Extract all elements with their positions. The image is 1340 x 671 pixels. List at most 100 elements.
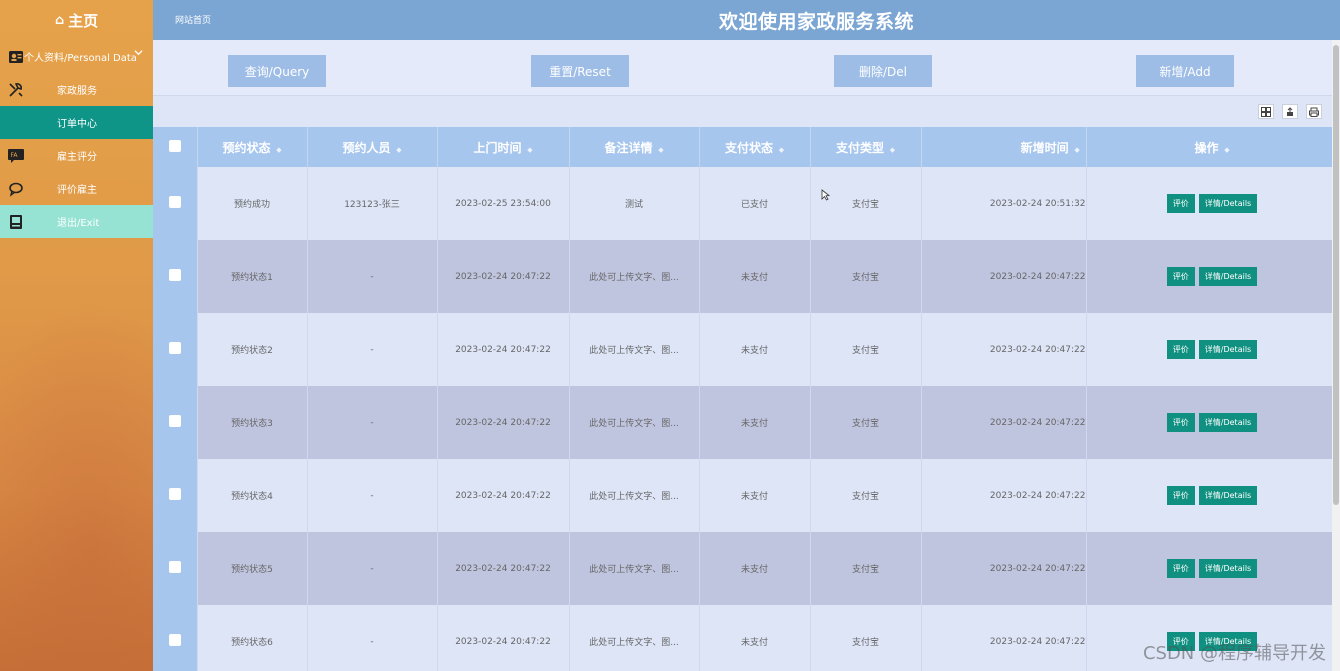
add-button[interactable]: 新增/Add	[1136, 55, 1234, 87]
table-row[interactable]: 预约状态2-2023-02-24 20:47:22 此处可上传文字、图... 未支付…	[153, 313, 1338, 386]
scrollbar[interactable]	[1332, 40, 1340, 671]
cell-status: 预约状态2	[197, 313, 308, 386]
rate-button[interactable]: 评价	[1166, 486, 1195, 505]
cell-actions: 评价 详情/Details	[1086, 459, 1338, 532]
cell-note: 此处可上传文字、图...	[569, 386, 700, 459]
row-checkbox[interactable]	[168, 634, 181, 646]
exit-icon	[7, 213, 25, 231]
row-select-cell[interactable]	[153, 532, 198, 605]
cell-actions: 评价 详情/Details	[1086, 167, 1338, 240]
cell-created-time: 2023-02-24 20:47:22	[921, 240, 1087, 313]
rate-button[interactable]: 评价	[1166, 267, 1195, 286]
cell-actions: 评价 详情/Details	[1086, 313, 1338, 386]
home-icon: ⌂	[54, 12, 65, 28]
sidebar-item-personal-label: 个人资料/Personal Data	[24, 53, 137, 64]
cell-pay-type: 支付宝	[810, 313, 922, 386]
sidebar-brand[interactable]: ⌂ 主页	[0, 0, 153, 40]
details-button[interactable]: 详情/Details	[1198, 340, 1258, 359]
sidebar-menu: 个人资料/Personal Data 家政服务 订单中心 FA 雇主评分 评价雇…	[0, 40, 153, 238]
scrollbar-thumb[interactable]	[1333, 45, 1339, 505]
row-select-cell[interactable]	[153, 459, 198, 532]
cell-status: 预约状态3	[197, 386, 308, 459]
row-select-cell[interactable]	[153, 386, 198, 459]
cell-note: 此处可上传文字、图...	[569, 532, 700, 605]
delete-button[interactable]: 删除/Del	[834, 55, 932, 87]
rate-button[interactable]: 评价	[1166, 559, 1195, 578]
sidebar-item-label: 雇主评分	[57, 152, 97, 163]
column-header[interactable]: 支付类型 ⬥	[810, 127, 922, 167]
query-button[interactable]: 查询/Query	[228, 55, 326, 87]
select-all-cell[interactable]	[153, 127, 198, 167]
column-header[interactable]: 支付状态 ⬥	[699, 127, 811, 167]
details-button[interactable]: 详情/Details	[1198, 559, 1258, 578]
cell-visit-time: 2023-02-24 20:47:22	[437, 605, 570, 671]
sidebar-item-exit[interactable]: 退出/Exit	[0, 205, 153, 238]
cell-visit-time: 2023-02-24 20:47:22	[437, 313, 570, 386]
column-header[interactable]: 备注详情 ⬥	[569, 127, 700, 167]
table-body: 预约成功 123123-张三 2023-02-25 23:54:00 测试 已支付 支付宝…	[153, 167, 1338, 671]
row-select-cell[interactable]	[153, 605, 198, 671]
column-header[interactable]: 上门时间 ⬥	[437, 127, 570, 167]
print-icon[interactable]	[1306, 104, 1322, 119]
details-button[interactable]: 详情/Details	[1198, 486, 1258, 505]
row-checkbox[interactable]	[168, 488, 181, 500]
home-label: 主页	[68, 11, 99, 30]
cell-status: 预约成功	[197, 167, 308, 240]
chevron-down-icon	[134, 48, 143, 60]
sort-icon: ⬥	[658, 145, 664, 154]
cell-created-time: 2023-02-24 20:47:22	[921, 386, 1087, 459]
table-row[interactable]: 预约状态1-2023-02-24 20:47:22 此处可上传文字、图... 未支付…	[153, 240, 1338, 313]
row-checkbox[interactable]	[168, 415, 181, 427]
rate-button[interactable]: 评价	[1166, 413, 1195, 432]
sidebar-item-personal[interactable]: 个人资料/Personal Data	[0, 40, 153, 73]
table-row[interactable]: 预约成功 123123-张三 2023-02-25 23:54:00 测试 已支付 支付宝…	[153, 167, 1338, 240]
table-row[interactable]: 预约状态4-2023-02-24 20:47:22 此处可上传文字、图... 未支付…	[153, 459, 1338, 532]
row-checkbox[interactable]	[168, 196, 181, 208]
rating-icon: FA	[7, 147, 25, 165]
rate-button[interactable]: 评价	[1166, 340, 1195, 359]
sort-icon: ⬥	[779, 145, 784, 154]
details-button[interactable]: 详情/Details	[1198, 194, 1258, 213]
sidebar-item-rate-employer[interactable]: 评价雇主	[0, 172, 153, 205]
sidebar-item-order-center[interactable]: 订单中心	[0, 106, 153, 139]
cell-visit-time: 2023-02-24 20:47:22	[437, 386, 570, 459]
sort-icon: ⬥	[890, 145, 895, 154]
cell-note: 此处可上传文字、图...	[569, 605, 700, 671]
sidebar-item-label: 退出/Exit	[57, 218, 100, 229]
sort-icon: ⬥	[1224, 145, 1230, 154]
row-select-cell[interactable]	[153, 167, 198, 240]
details-button[interactable]: 详情/Details	[1198, 413, 1258, 432]
sidebar-item-employer-rating[interactable]: FA 雇主评分	[0, 139, 153, 172]
row-checkbox[interactable]	[168, 269, 181, 281]
table-row[interactable]: 预约状态3-2023-02-24 20:47:22 此处可上传文字、图... 未支付…	[153, 386, 1338, 459]
row-select-cell[interactable]	[153, 313, 198, 386]
reset-button[interactable]: 重置/Reset	[531, 55, 629, 87]
cell-actions: 评价 详情/Details	[1086, 386, 1338, 459]
watermark: CSDN @程序辅导开发	[1142, 643, 1326, 664]
export-icon[interactable]	[1282, 104, 1298, 119]
cell-note: 测试	[569, 167, 700, 240]
row-checkbox[interactable]	[168, 561, 181, 573]
cell-status: 预约状态5	[197, 532, 308, 605]
cell-pay-status: 未支付	[699, 459, 811, 532]
rate-button[interactable]: 评价	[1166, 194, 1195, 213]
grid-icon[interactable]	[1258, 104, 1274, 119]
row-select-cell[interactable]	[153, 240, 198, 313]
sidebar-item-home-service[interactable]: 家政服务	[0, 73, 153, 106]
details-button[interactable]: 详情/Details	[1198, 267, 1258, 286]
column-header[interactable]: 新增时间 ⬥	[921, 127, 1087, 167]
table-row[interactable]: 预约状态5-2023-02-24 20:47:22 此处可上传文字、图... 未支付…	[153, 532, 1338, 605]
chat-icon	[7, 180, 25, 198]
cell-actions: 评价 详情/Details	[1086, 532, 1338, 605]
select-all-checkbox[interactable]	[168, 139, 181, 152]
sort-icon: ⬥	[1074, 145, 1080, 154]
column-header[interactable]: 预约状态 ⬥	[197, 127, 308, 167]
column-header[interactable]: 操作 ⬥	[1086, 127, 1338, 167]
column-header[interactable]: 预约人员 ⬥	[307, 127, 438, 167]
cell-pay-type: 支付宝	[810, 459, 922, 532]
cell-created-time: 2023-02-24 20:47:22	[921, 459, 1087, 532]
sidebar-item-label: 评价雇主	[57, 185, 97, 196]
svg-text:FA: FA	[11, 152, 19, 159]
cell-created-time: 2023-02-24 20:47:22	[921, 313, 1087, 386]
row-checkbox[interactable]	[168, 342, 181, 354]
